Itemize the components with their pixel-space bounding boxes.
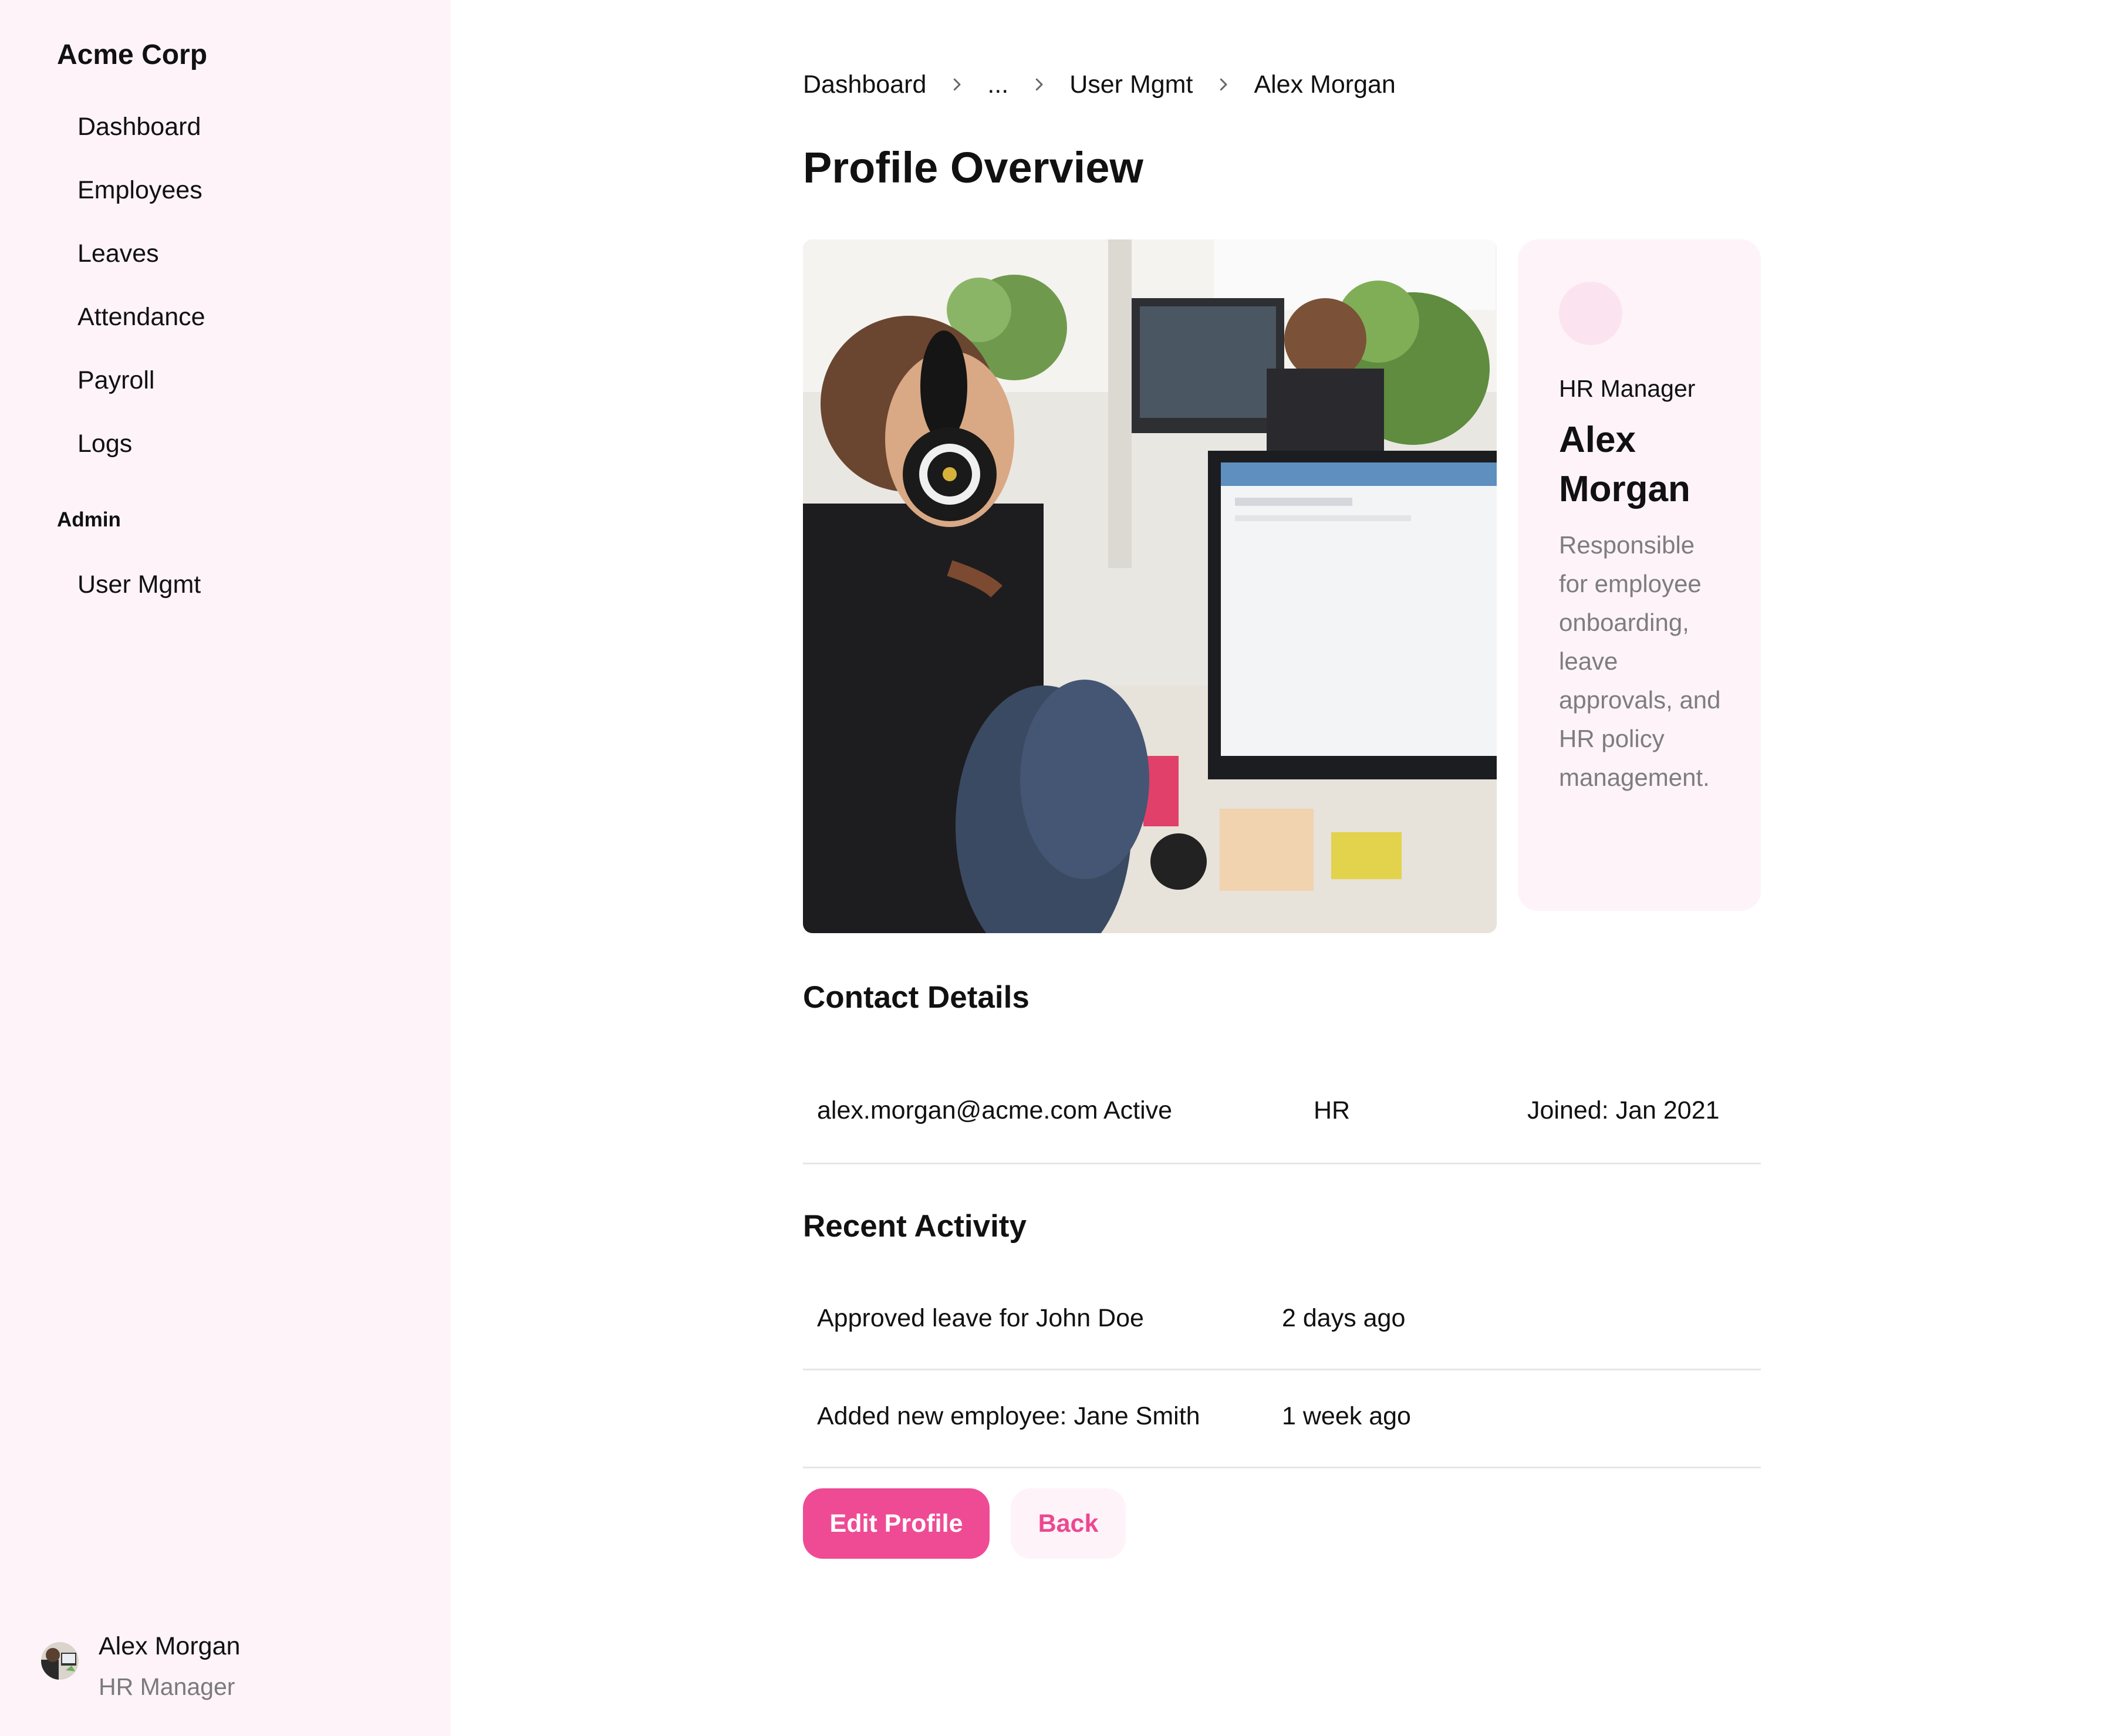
profile-description: Responsible for employee onboarding, lea… (1559, 531, 1721, 791)
activity-time: 2 days ago (1282, 1304, 1406, 1332)
contact-joined: Joined: Jan 2021 (1527, 1096, 1720, 1124)
contact-status: Active (1103, 1096, 1173, 1124)
breadcrumb-ellipsis[interactable]: ... (987, 66, 1008, 103)
chevron-right-icon (1008, 66, 1069, 103)
profile-name: Alex Morgan (1559, 420, 1690, 509)
profile-photo (803, 239, 1497, 933)
profile-role: HR Manager (1559, 375, 1696, 402)
sidebar-item-logs[interactable]: Logs (53, 419, 405, 468)
sidebar-item-leaves[interactable]: Leaves (53, 229, 405, 278)
activity-text: Approved leave for John Doe (817, 1304, 1144, 1332)
profile-card: HR Manager Alex Morgan Responsible for e… (1518, 239, 1761, 911)
breadcrumb-dashboard[interactable]: Dashboard (803, 66, 926, 103)
activity-text: Added new employee: Jane Smith (817, 1402, 1200, 1430)
sidebar-section-admin: Admin (57, 508, 121, 531)
sidebar-user-role: HR Manager (99, 1673, 235, 1700)
role-badge-icon (1559, 282, 1622, 345)
contact-department: HR (1314, 1096, 1351, 1124)
activity-row: Approved leave for John Doe 2 days ago (803, 1272, 1761, 1370)
brand-name: Acme Corp (57, 39, 208, 70)
avatar (41, 1642, 79, 1680)
page-title: Profile Overview (803, 143, 1143, 192)
sidebar-item-user-mgmt[interactable]: User Mgmt (53, 560, 405, 609)
activity-section-title: Recent Activity (803, 1209, 1027, 1244)
chevron-right-icon (1193, 66, 1254, 103)
chevron-right-icon (926, 66, 987, 103)
activity-time: 1 week ago (1282, 1402, 1411, 1430)
breadcrumb-current: Alex Morgan (1254, 70, 1396, 99)
contact-section-title: Contact Details (803, 980, 1030, 1015)
sidebar-item-employees[interactable]: Employees (53, 166, 405, 215)
back-button[interactable]: Back (1011, 1488, 1126, 1559)
breadcrumb: Dashboard ... User Mgmt Alex Morgan (803, 66, 1396, 103)
contact-row: alex.morgan@acme.com Active HR Joined: J… (803, 1067, 1761, 1164)
sidebar-user-name: Alex Morgan (99, 1632, 241, 1660)
sidebar-user-card[interactable]: Alex Morgan HR Manager (41, 1629, 417, 1711)
sidebar-item-dashboard[interactable]: Dashboard (53, 102, 405, 151)
breadcrumb-user-mgmt[interactable]: User Mgmt (1069, 66, 1193, 103)
edit-profile-button[interactable]: Edit Profile (803, 1488, 990, 1559)
activity-row: Added new employee: Jane Smith 1 week ag… (803, 1370, 1761, 1468)
sidebar-item-attendance[interactable]: Attendance (53, 292, 405, 342)
contact-email[interactable]: alex.morgan@acme.com (817, 1092, 1098, 1129)
sidebar-item-payroll[interactable]: Payroll (53, 356, 405, 405)
app-root: Acme Corp Dashboard Employees Leaves Att… (0, 0, 2113, 1736)
sidebar: Acme Corp Dashboard Employees Leaves Att… (0, 0, 451, 1736)
